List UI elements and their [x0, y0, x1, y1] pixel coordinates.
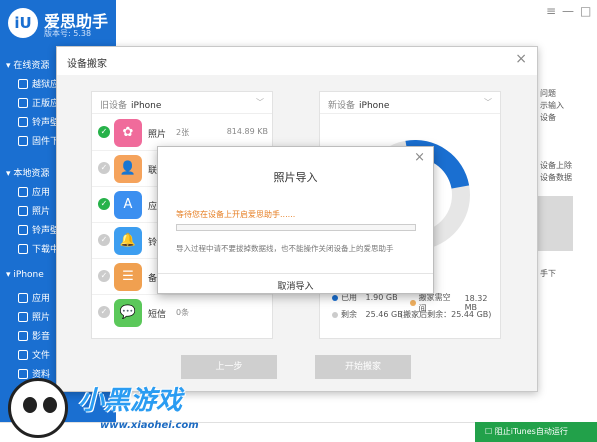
- panda-eye: [43, 397, 57, 413]
- close-icon[interactable]: ×: [414, 150, 425, 165]
- panda-logo: [8, 378, 68, 438]
- sidebar-item-media[interactable]: 影音: [18, 329, 50, 342]
- apps-icon: [18, 186, 28, 197]
- photos-icon: ✿: [114, 119, 142, 147]
- nav-section-local[interactable]: ▾ 本地资源: [6, 166, 49, 179]
- download-icon: [18, 135, 28, 146]
- import-dialog-title: 照片导入: [273, 171, 318, 184]
- sidebar-item-downloading[interactable]: 下载中: [18, 242, 59, 255]
- music-icon: [18, 224, 28, 235]
- panda-eye: [23, 397, 37, 413]
- checkbox[interactable]: ✓: [98, 306, 110, 318]
- item-count: 2张: [176, 128, 190, 137]
- photo-icon: [18, 311, 28, 322]
- close-icon[interactable]: ×: [515, 51, 527, 67]
- old-device-selector[interactable]: 旧设备 iPhone ﹀: [92, 92, 272, 114]
- legend-free: 剩余 25.46 GB: [332, 309, 403, 320]
- sidebar-item-iphone-apps[interactable]: 应用: [18, 291, 50, 304]
- app-logo: iU: [8, 8, 38, 38]
- bg-text-5: 设备数据: [540, 173, 572, 182]
- minimize-icon[interactable]: —: [562, 4, 574, 18]
- download-icon: [18, 243, 28, 254]
- music-icon: [18, 330, 28, 341]
- sidebar-item-ringtones[interactable]: 铃声壁: [18, 115, 59, 128]
- sidebar-item-jailbreak-apps[interactable]: 越狱应: [18, 77, 59, 90]
- import-status-text: 等待您在设备上开启爱思助手......: [176, 210, 296, 219]
- bg-text-1: 问题: [540, 89, 556, 98]
- sidebar-item-firmware[interactable]: 固件下: [18, 134, 59, 147]
- item-name: 应: [148, 202, 158, 212]
- nav-section-iphone[interactable]: ▾ iPhone: [6, 270, 44, 280]
- messages-icon: 💬: [114, 299, 142, 327]
- apps-icon: [18, 78, 28, 89]
- sidebar-item-local-ringtones[interactable]: 铃声壁: [18, 223, 59, 236]
- photo-icon: [18, 205, 28, 216]
- checkbox[interactable]: ✓: [98, 270, 110, 282]
- contacts-icon: 👤: [114, 155, 142, 183]
- dialog-title: 设备搬家: [67, 59, 107, 70]
- watermark-text: 小黑游戏: [78, 386, 183, 416]
- item-name: 备: [148, 274, 158, 284]
- bg-text-3: 设备: [540, 113, 556, 122]
- bell-icon: 🔔: [114, 227, 142, 255]
- app-version: 版本号: 5.38: [44, 29, 92, 38]
- itunes-toggle[interactable]: ☐ 阻止iTunes自动运行: [475, 422, 597, 442]
- item-name: 联: [148, 166, 158, 176]
- legend-after-migration: (搬家后剩余：25.44 GB): [400, 310, 492, 319]
- start-migration-button[interactable]: 开始搬家: [315, 355, 411, 379]
- item-name: 铃: [148, 238, 158, 248]
- item-count: 0条: [176, 308, 190, 317]
- checkbox[interactable]: ✓: [98, 162, 110, 174]
- notes-icon: ☰: [114, 263, 142, 291]
- music-icon: [18, 116, 28, 127]
- free-dot: [332, 311, 338, 318]
- bg-text-2: 示输入: [540, 101, 564, 110]
- prev-step-button[interactable]: 上一步: [181, 355, 277, 379]
- menu-icon[interactable]: ≡: [546, 4, 556, 18]
- apps-icon: [18, 97, 28, 108]
- cancel-import-button[interactable]: 取消导入: [158, 279, 433, 292]
- list-item-messages[interactable]: ✓ 💬 短信 0条: [92, 296, 272, 331]
- checkbox[interactable]: ✓: [98, 234, 110, 246]
- sidebar-item-files[interactable]: 文件: [18, 348, 50, 361]
- sidebar-item-local-photos[interactable]: 照片: [18, 204, 50, 217]
- maximize-icon[interactable]: □: [580, 4, 591, 18]
- import-progress-bar: [176, 224, 416, 231]
- import-hint-text: 导入过程中请不要拔掉数据线，也不能操作关闭设备上的爱思助手: [176, 244, 394, 253]
- divider: [158, 273, 433, 274]
- folder-icon: [18, 349, 28, 360]
- appstore-icon: A: [114, 191, 142, 219]
- watermark-url: www.xiaohei.com: [100, 420, 199, 431]
- nav-section-online[interactable]: ▾ 在线资源: [6, 58, 49, 71]
- chevron-down-icon: ﹀: [256, 98, 264, 107]
- bg-panel: [533, 196, 573, 251]
- sidebar-item-genuine-apps[interactable]: 正版应: [18, 96, 59, 109]
- checkbox[interactable]: ✓: [98, 198, 110, 210]
- needed-dot: [410, 300, 416, 306]
- sidebar-item-iphone-photos[interactable]: 照片: [18, 310, 50, 323]
- apps-icon: [18, 292, 28, 303]
- used-dot: [332, 294, 338, 301]
- bg-text-6: 手下: [540, 269, 556, 278]
- new-device-selector[interactable]: 新设备 iPhone ﹀: [320, 92, 500, 114]
- item-name: 短信: [148, 310, 167, 320]
- item-size: 814.89 KB: [226, 127, 268, 136]
- item-name: 照片: [148, 130, 167, 140]
- photo-import-dialog: × 照片导入 等待您在设备上开启爱思助手...... 导入过程中请不要拔掉数据线…: [157, 146, 434, 294]
- document-icon: [18, 368, 28, 379]
- bg-text-4: 设备上除: [540, 161, 572, 170]
- checkbox[interactable]: ✓: [98, 126, 110, 138]
- chevron-down-icon: ﹀: [484, 98, 492, 107]
- sidebar-item-local-apps[interactable]: 应用: [18, 185, 50, 198]
